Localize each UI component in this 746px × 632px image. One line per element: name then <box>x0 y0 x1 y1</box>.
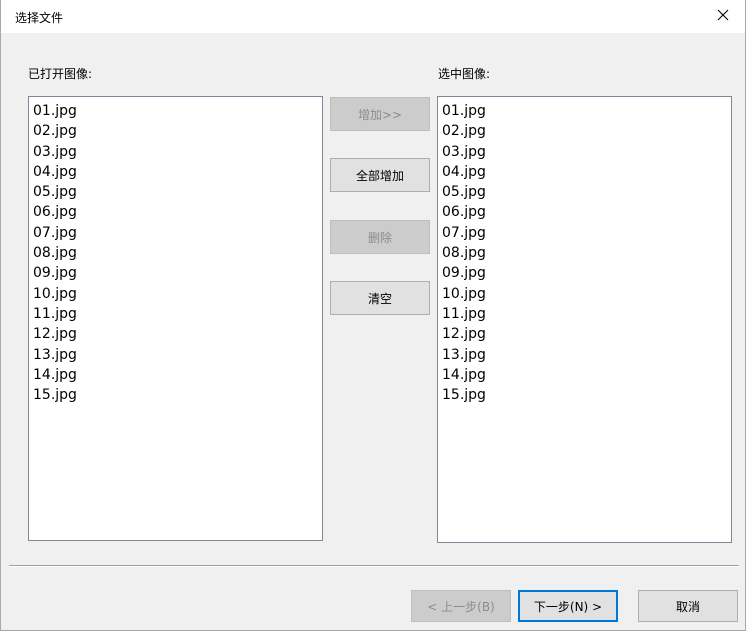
list-item[interactable]: 14.jpg <box>442 365 731 385</box>
list-item[interactable]: 10.jpg <box>33 284 322 304</box>
opened-images-label: 已打开图像: <box>28 67 93 81</box>
list-item[interactable]: 12.jpg <box>33 324 322 344</box>
list-item[interactable]: 15.jpg <box>33 385 322 405</box>
select-files-dialog: 选择文件 已打开图像: 01.jpg 02.jpg 03.jpg 04.jpg 05.j… <box>0 0 746 631</box>
back-button[interactable]: < 上一步(B) <box>411 590 511 622</box>
dialog-title: 选择文件 <box>15 11 64 25</box>
list-item[interactable]: 14.jpg <box>33 365 322 385</box>
list-item[interactable]: 02.jpg <box>442 121 731 141</box>
clear-button[interactable]: 清空 <box>330 281 430 315</box>
list-item[interactable]: 10.jpg <box>442 284 731 304</box>
close-button[interactable] <box>701 0 745 33</box>
next-button[interactable]: 下一步(N) > <box>518 590 618 622</box>
list-item[interactable]: 06.jpg <box>33 202 322 222</box>
list-item[interactable]: 03.jpg <box>33 142 322 162</box>
list-item[interactable]: 15.jpg <box>442 385 731 405</box>
list-item[interactable]: 02.jpg <box>33 121 322 141</box>
close-icon <box>717 9 729 24</box>
list-item[interactable]: 03.jpg <box>442 142 731 162</box>
title-bar: 选择文件 <box>1 0 745 33</box>
selected-images-list[interactable]: 01.jpg 02.jpg 03.jpg 04.jpg 05.jpg 06.jpg 07.j… <box>437 96 732 543</box>
list-item[interactable]: 08.jpg <box>442 243 731 263</box>
list-item[interactable]: 04.jpg <box>442 162 731 182</box>
list-item[interactable]: 08.jpg <box>33 243 322 263</box>
list-item[interactable]: 06.jpg <box>442 202 731 222</box>
add-button[interactable]: 增加>> <box>330 97 430 131</box>
list-item[interactable]: 11.jpg <box>33 304 322 324</box>
list-item[interactable]: 13.jpg <box>33 345 322 365</box>
cancel-button[interactable]: 取消 <box>638 590 738 622</box>
list-item[interactable]: 09.jpg <box>442 263 731 283</box>
delete-button[interactable]: 删除 <box>330 220 430 254</box>
list-item[interactable]: 04.jpg <box>33 162 322 182</box>
list-item[interactable]: 11.jpg <box>442 304 731 324</box>
selected-images-label: 选中图像: <box>438 67 491 81</box>
list-item[interactable]: 07.jpg <box>442 223 731 243</box>
list-item[interactable]: 01.jpg <box>442 101 731 121</box>
list-item[interactable]: 05.jpg <box>33 182 322 202</box>
list-item[interactable]: 01.jpg <box>33 101 322 121</box>
list-item[interactable]: 13.jpg <box>442 345 731 365</box>
footer-divider <box>9 565 739 567</box>
opened-images-list[interactable]: 01.jpg 02.jpg 03.jpg 04.jpg 05.jpg 06.jpg 07.j… <box>28 96 323 541</box>
add-all-button[interactable]: 全部增加 <box>330 158 430 192</box>
list-item[interactable]: 05.jpg <box>442 182 731 202</box>
list-item[interactable]: 12.jpg <box>442 324 731 344</box>
list-item[interactable]: 07.jpg <box>33 223 322 243</box>
list-item[interactable]: 09.jpg <box>33 263 322 283</box>
